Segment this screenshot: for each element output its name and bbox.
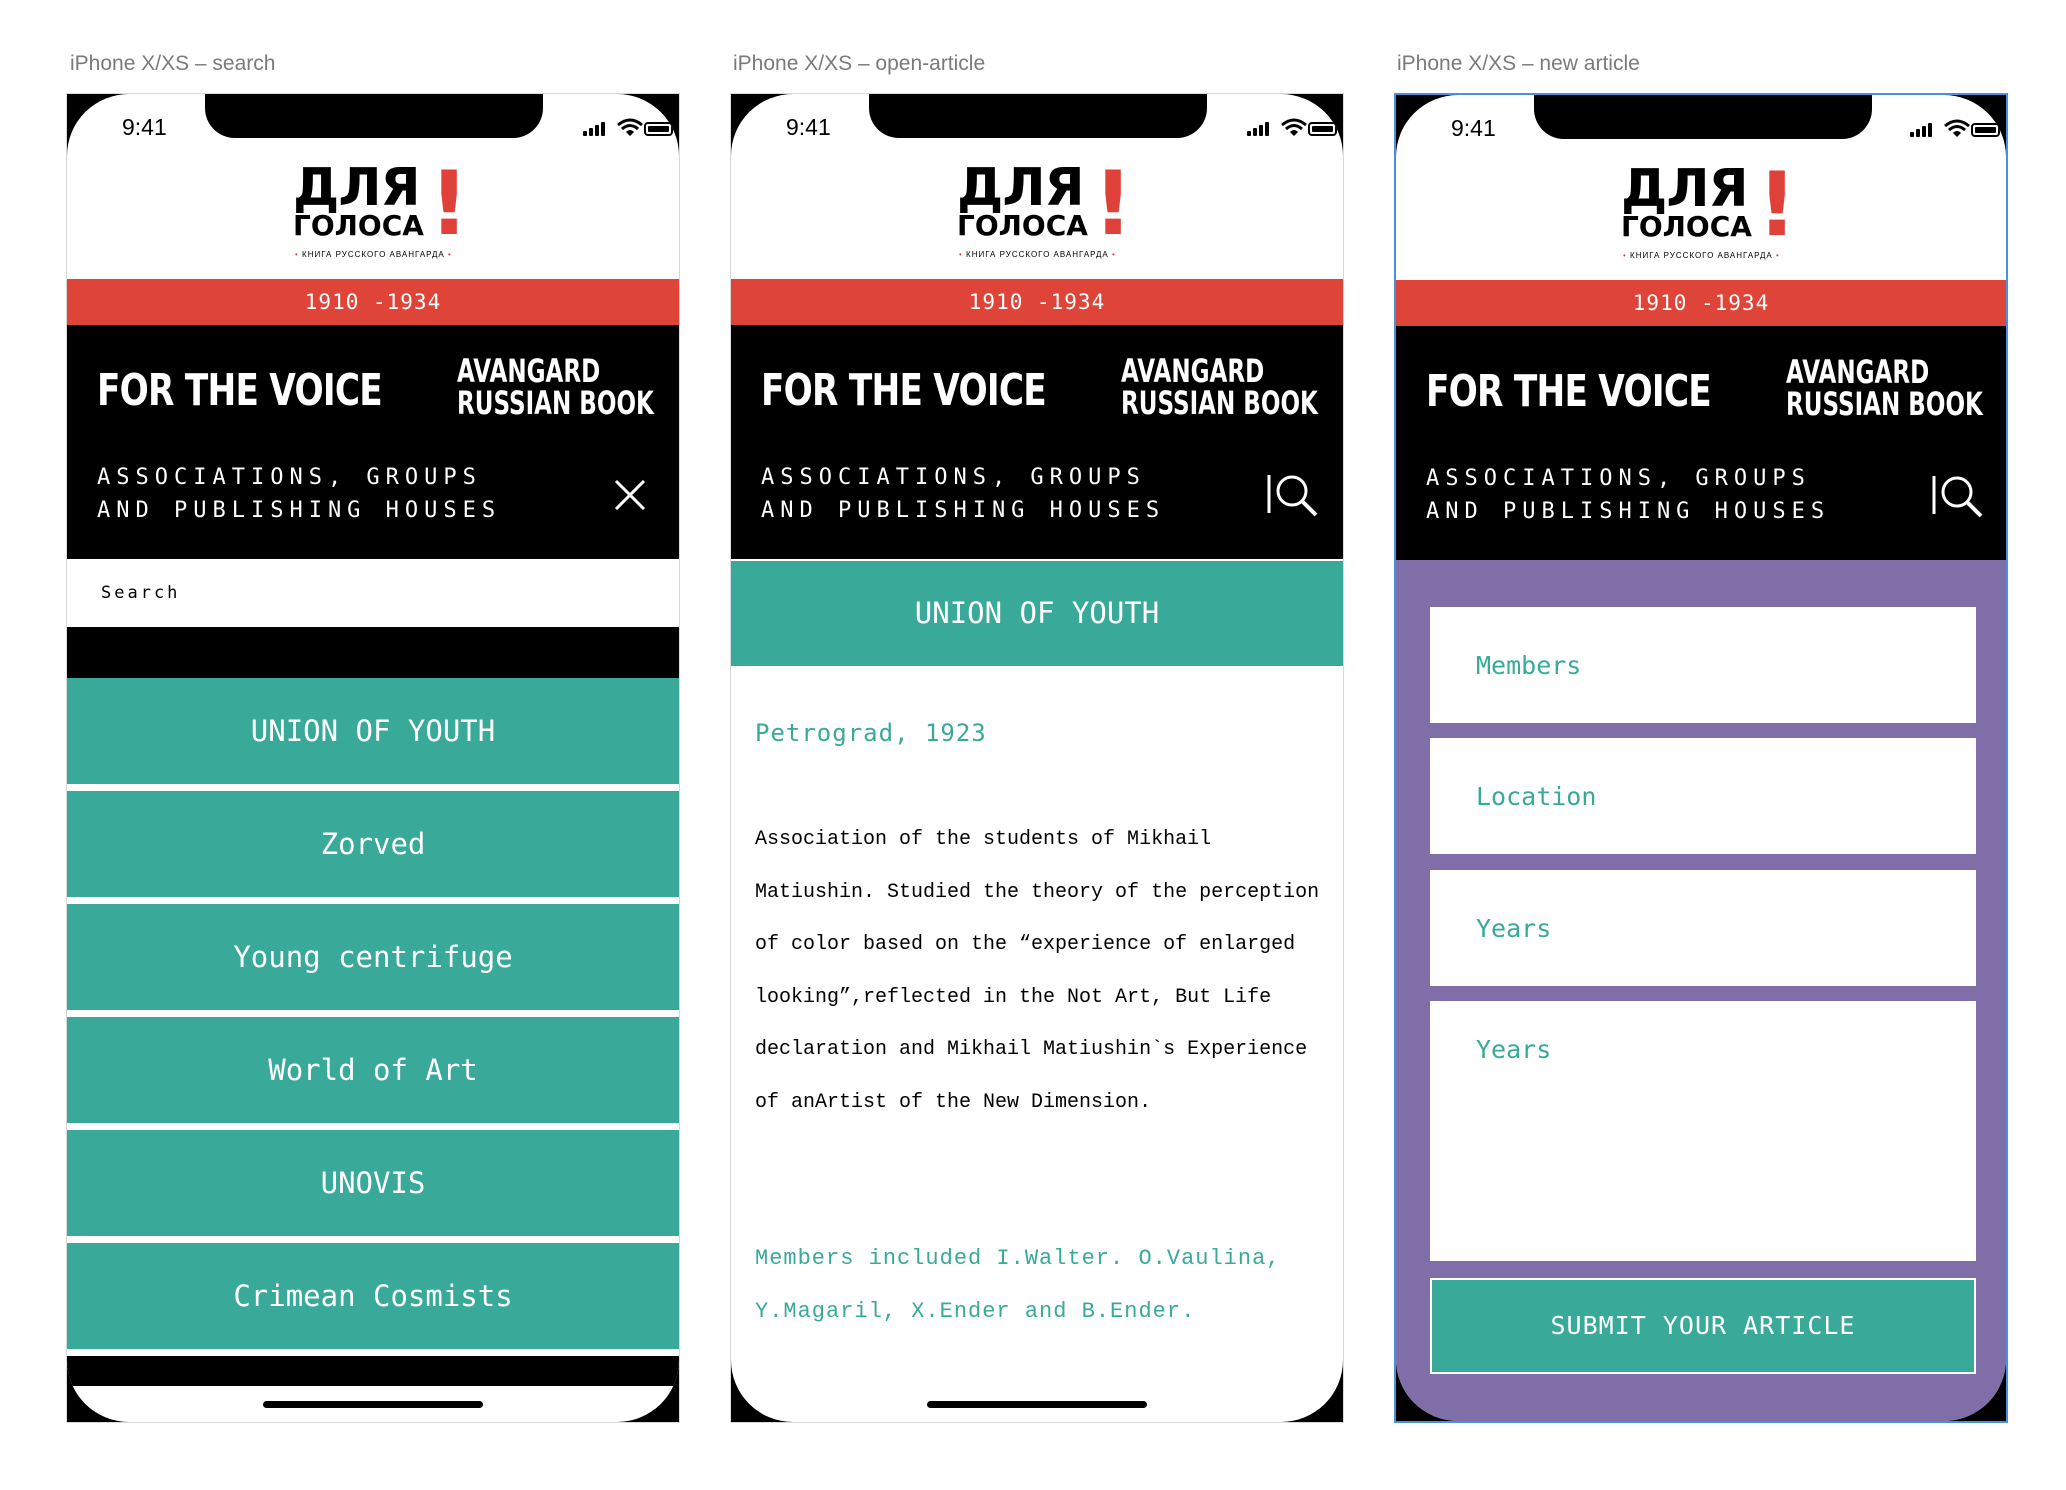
status-bar: 9:41: [1396, 95, 2006, 147]
phone-open-article: 9:41 ДЛЯ ГОЛОСА ! • КНИГА РУССКОГО АВАНГ…: [730, 93, 1344, 1423]
years-bar: 1910 -1934: [731, 279, 1343, 325]
header-right-title: AVANGARD RUSSIAN BOOK: [457, 352, 654, 422]
status-bar: 9:41: [731, 94, 1343, 146]
years-bar: 1910 -1934: [67, 279, 679, 325]
header: FOR THE VOICE AVANGARD RUSSIAN BOOK ASSOC…: [1396, 326, 2006, 560]
wifi-icon: [617, 118, 643, 136]
wifi-icon: [1281, 118, 1307, 136]
status-time: 9:41: [786, 114, 831, 140]
result-item-zorved[interactable]: Zorved: [67, 791, 679, 897]
status-time: 9:41: [122, 114, 167, 140]
notch: [869, 94, 1207, 138]
logo-main-text: ДЛЯ: [1621, 159, 1749, 219]
header: FOR THE VOICE AVANGARD RUSSIAN BOOK ASSOC…: [67, 325, 679, 559]
members-field[interactable]: [1430, 607, 1976, 723]
logo-sub-text: ГОЛОСА: [293, 209, 424, 242]
artboard-title-search: iPhone X/XS – search: [70, 52, 276, 75]
article-title: UNION OF YOUTH: [731, 561, 1343, 666]
logo-sub-text: ГОЛОСА: [957, 209, 1088, 242]
logo: ДЛЯ ГОЛОСА ! • КНИГА РУССКОГО АВАНГАРДА …: [293, 158, 469, 272]
logo-exclamation: !: [1093, 152, 1134, 255]
header-subtitle: ASSOCIATIONS, GROUPS AND PUBLISHING HOUS…: [97, 465, 502, 523]
phone-new-article: 9:41 ДЛЯ ГОЛОСА ! • КНИГА РУССКОГО АВАНГ…: [1394, 93, 2008, 1423]
logo-sub-text: ГОЛОСА: [1621, 210, 1752, 243]
years-bar: 1910 -1934: [1396, 280, 2006, 326]
signal-icon: [1910, 123, 1938, 137]
logo: ДЛЯ ГОЛОСА ! • КНИГА РУССКОГО АВАНГАРДА …: [1621, 159, 1797, 273]
logo-exclamation: !: [429, 152, 470, 255]
signal-icon: [1247, 122, 1275, 136]
battery-icon: [1971, 123, 2000, 137]
battery-icon: [644, 122, 673, 136]
header-title: FOR THE VOICE: [97, 365, 383, 416]
wifi-icon: [1944, 119, 1970, 137]
notch: [205, 94, 543, 138]
submit-article-button[interactable]: SUBMIT YOUR ARTICLE: [1430, 1278, 1976, 1374]
home-indicator[interactable]: [927, 1401, 1147, 1408]
screen-new-article: 9:41 ДЛЯ ГОЛОСА ! • КНИГА РУССКОГО АВАНГ…: [1396, 95, 2006, 1421]
result-item-crimean-cosmists[interactable]: Crimean Cosmists: [67, 1243, 679, 1349]
logo-main-text: ДЛЯ: [957, 158, 1085, 218]
header-title: FOR THE VOICE: [1426, 366, 1712, 417]
article-location-date: Petrograd, 1923: [755, 719, 987, 747]
header: FOR THE VOICE AVANGARD RUSSIAN BOOK ASSOC…: [731, 325, 1343, 559]
close-icon[interactable]: [602, 467, 658, 523]
artboard-title-open-article: iPhone X/XS – open-article: [733, 52, 986, 75]
logo-main-text: ДЛЯ: [293, 158, 421, 218]
status-time: 9:41: [1451, 115, 1496, 141]
logo-tagline: • КНИГА РУССКОГО АВАНГАРДА •: [959, 250, 1116, 259]
header-title: FOR THE VOICE: [761, 365, 1047, 416]
logo: ДЛЯ ГОЛОСА ! • КНИГА РУССКОГО АВАНГАРДА …: [957, 158, 1133, 272]
screen-search: 9:41 ДЛЯ ГОЛОСА ! • КНИГА РУССКОГО АВАНГ…: [67, 94, 679, 1422]
search-row: [67, 559, 679, 627]
logo-exclamation: !: [1757, 153, 1798, 256]
list-spacer: [67, 627, 679, 678]
header-right-title: AVANGARD RUSSIAN BOOK: [1786, 353, 1983, 423]
logo-tagline: • КНИГА РУССКОГО АВАНГАРДА •: [1623, 251, 1780, 260]
result-item-union-of-youth[interactable]: UNION OF YOUTH: [67, 678, 679, 784]
article-members: Members included I.Walter. O.Vaulina, Y.…: [755, 1246, 1281, 1324]
status-bar: 9:41: [67, 94, 679, 146]
result-item-young-centrifuge[interactable]: Young centrifuge: [67, 904, 679, 1010]
header-subtitle: ASSOCIATIONS, GROUPS AND PUBLISHING HOUS…: [761, 465, 1166, 523]
list-spacer-bottom: [67, 1356, 679, 1386]
home-indicator[interactable]: [263, 1401, 483, 1408]
signal-icon: [583, 122, 611, 136]
search-icon[interactable]: [1931, 468, 1987, 524]
phone-search: 9:41 ДЛЯ ГОЛОСА ! • КНИГА РУССКОГО АВАНГ…: [66, 93, 680, 1423]
logo-tagline: • КНИГА РУССКОГО АВАНГАРДА •: [295, 250, 452, 259]
search-results: UNION OF YOUTH Zorved Young centrifuge W…: [67, 627, 679, 1386]
article-body: Association of the students of Mikhail M…: [755, 828, 1320, 1114]
artboard-title-new-article: iPhone X/XS – new article: [1397, 52, 1640, 75]
years-textarea[interactable]: [1430, 1001, 1976, 1261]
screen-open-article: 9:41 ДЛЯ ГОЛОСА ! • КНИГА РУССКОГО АВАНГ…: [731, 94, 1343, 1422]
years-field[interactable]: [1430, 870, 1976, 986]
result-item-unovis[interactable]: UNOVIS: [67, 1130, 679, 1236]
header-subtitle: ASSOCIATIONS, GROUPS AND PUBLISHING HOUS…: [1426, 466, 1831, 524]
result-item-world-of-art[interactable]: World of Art: [67, 1017, 679, 1123]
search-icon[interactable]: [1266, 467, 1322, 523]
notch: [1534, 95, 1872, 139]
header-right-title: AVANGARD RUSSIAN BOOK: [1121, 352, 1318, 422]
battery-icon: [1308, 122, 1337, 136]
location-field[interactable]: [1430, 738, 1976, 854]
search-input[interactable]: [99, 577, 623, 609]
